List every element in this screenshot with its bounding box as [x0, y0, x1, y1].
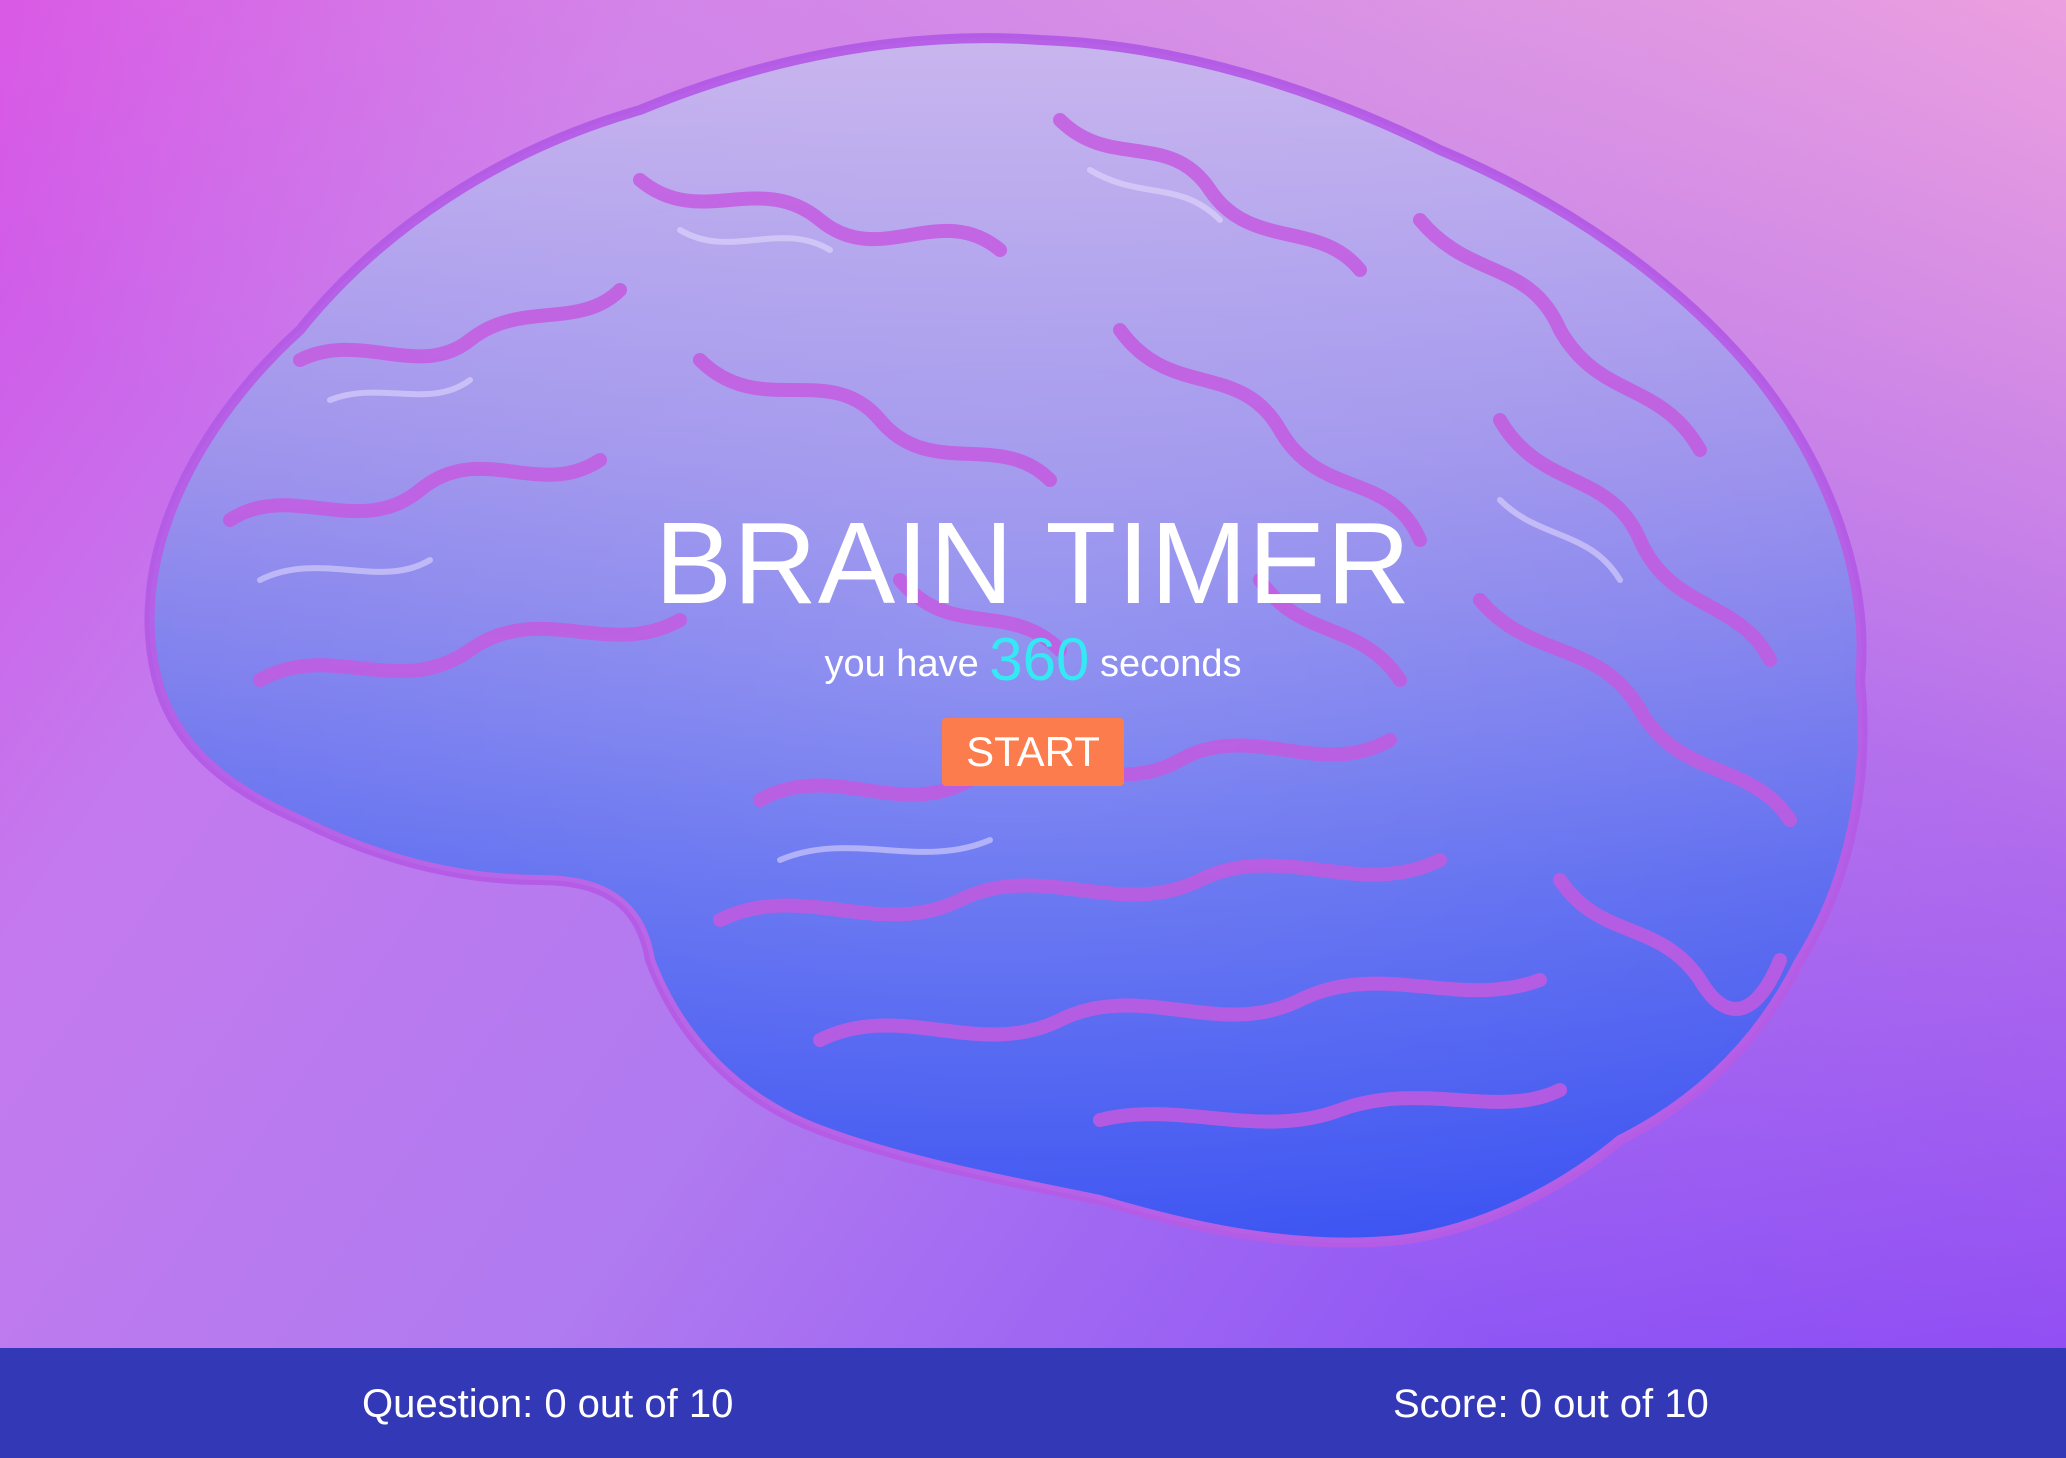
timer-message: you have 360 seconds — [0, 630, 2066, 694]
intro-panel: BRAIN TIMER you have 360 seconds START — [0, 500, 2066, 786]
game-title: BRAIN TIMER — [654, 498, 1412, 628]
timer-suffix: seconds — [1099, 643, 1242, 685]
status-bar: Question: 0 out of 10 Score: 0 out of 10 — [0, 1348, 2066, 1458]
timer-seconds: 360 — [989, 626, 1090, 693]
start-button[interactable]: START — [942, 718, 1124, 786]
question-counter: Question: 0 out of 10 — [362, 1382, 734, 1426]
timer-prefix: you have — [824, 643, 979, 685]
game-screen: BRAIN TIMER you have 360 seconds START Q… — [0, 0, 2066, 1458]
score-counter: Score: 0 out of 10 — [1393, 1382, 1709, 1426]
